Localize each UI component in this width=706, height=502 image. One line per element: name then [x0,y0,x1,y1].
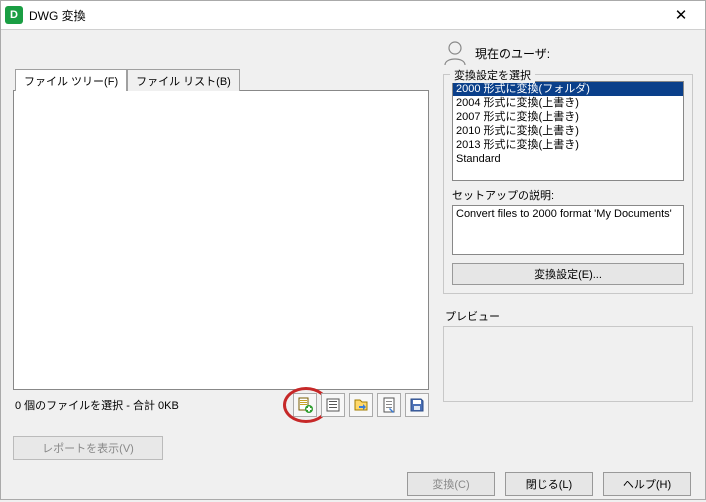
add-file-icon [297,397,313,413]
settings-list-item[interactable]: 2000 形式に変換(フォルダ) [453,82,683,96]
settings-group: 変換設定を選択 2000 形式に変換(フォルダ)2004 形式に変換(上書き)2… [443,74,693,294]
save-icon [409,397,425,413]
conversion-settings-list[interactable]: 2000 形式に変換(フォルダ)2004 形式に変換(上書き)2007 形式に変… [452,81,684,181]
selection-status: 0 個のファイルを選択 - 合計 0KB [13,397,289,413]
tab-file-list[interactable]: ファイル リスト(B) [127,69,240,91]
right-column: 現在のユーザ: 変換設定を選択 2000 形式に変換(フォルダ)2004 形式に… [443,38,693,460]
window-title: DWG 変換 [29,7,661,24]
list-button[interactable] [321,393,345,417]
close-icon[interactable]: ✕ [661,1,701,29]
show-report-button[interactable]: レポートを表示(V) [13,436,163,460]
close-button[interactable]: 閉じる(L) [505,472,593,496]
current-user-label: 現在のユーザ: [475,45,550,62]
export-button[interactable] [349,393,373,417]
list-icon [325,397,341,413]
setup-description: Convert files to 2000 format 'My Documen… [452,205,684,255]
help-button[interactable]: ヘルプ(H) [603,472,691,496]
sheet-icon [381,397,397,413]
setup-description-label: セットアップの説明: [452,187,684,203]
settings-list-item[interactable]: 2010 形式に変換(上書き) [453,124,683,138]
export-icon [353,397,369,413]
app-icon: D [5,6,23,24]
save-button[interactable] [405,393,429,417]
status-row: 0 個のファイルを選択 - 合計 0KB [13,392,429,418]
footer: 変換(C) 閉じる(L) ヘルプ(H) [1,472,705,502]
tabs-row: ファイル ツリー(F) ファイル リスト(B) [15,68,429,90]
user-row: 現在のユーザ: [443,38,693,68]
settings-group-title: 変換設定を選択 [450,67,535,83]
tab-file-tree[interactable]: ファイル ツリー(F) [15,69,127,91]
left-column: ファイル ツリー(F) ファイル リスト(B) 0 個のファイルを選択 - 合計… [13,38,429,460]
file-list-panel[interactable] [13,90,429,390]
convert-settings-button[interactable]: 変換設定(E)... [452,263,684,285]
settings-list-item[interactable]: 2007 形式に変換(上書き) [453,110,683,124]
settings-list-item[interactable]: 2013 形式に変換(上書き) [453,138,683,152]
titlebar: D DWG 変換 ✕ [1,1,705,30]
content-area: ファイル ツリー(F) ファイル リスト(B) 0 個のファイルを選択 - 合計… [1,30,705,472]
settings-list-item[interactable]: 2004 形式に変換(上書き) [453,96,683,110]
add-file-button[interactable] [293,393,317,417]
user-icon [443,40,467,66]
preview-area [443,326,693,402]
sheet-button[interactable] [377,393,401,417]
preview-label: プレビュー [445,308,693,324]
dwg-convert-dialog: D DWG 変換 ✕ ファイル ツリー(F) ファイル リスト(B) 0 個のフ… [0,0,706,500]
settings-list-item[interactable]: Standard [453,152,683,166]
convert-button[interactable]: 変換(C) [407,472,495,496]
